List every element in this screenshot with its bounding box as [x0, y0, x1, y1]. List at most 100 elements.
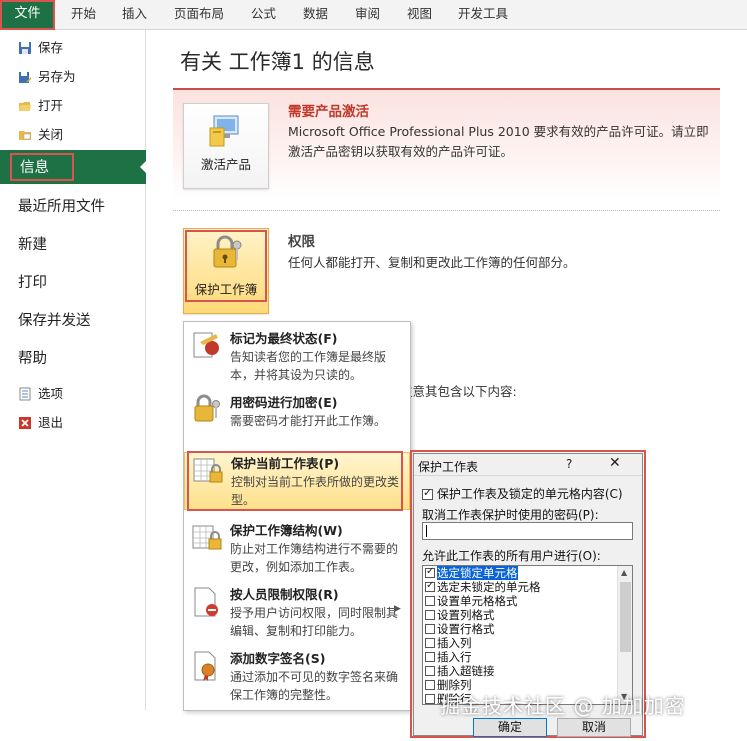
help-icon[interactable]: ? [566, 457, 572, 471]
list-item[interactable]: 设置行格式 [425, 622, 615, 636]
nav-options[interactable]: 选项 [18, 383, 63, 405]
permissions-body: 任何人都能打开、复制和更改此工作簿的任何部分。 [288, 255, 576, 270]
activate-product-button[interactable]: 激活产品 [183, 103, 269, 189]
tab-data[interactable]: 数据 [303, 0, 328, 30]
save-as-icon [19, 72, 31, 83]
list-item-label: 选定锁定单元格 [437, 566, 518, 580]
permissions-title: 权限 [288, 234, 315, 250]
nav-new[interactable]: 新建 [18, 231, 47, 259]
menu-protect-structure[interactable]: 保护工作簿结构(W) 防止对工作簿结构进行不需要的更改，例如添加工作表。 [184, 520, 410, 576]
scroll-up-icon[interactable]: ▲ [621, 568, 627, 577]
menu-encrypt-title: 用密码进行加密(E) [230, 395, 338, 410]
nav-save-as-label: 另存为 [38, 69, 76, 84]
open-folder-icon [19, 102, 31, 111]
checkbox[interactable] [425, 638, 435, 648]
text-caret [426, 525, 427, 537]
list-item[interactable]: 插入列 [425, 636, 615, 650]
tab-insert[interactable]: 插入 [122, 0, 147, 30]
password-label: 取消工作表保护时使用的密码(P): [422, 508, 599, 522]
options-icon [19, 387, 31, 401]
tab-page-layout[interactable]: 页面布局 [174, 0, 224, 30]
checkbox[interactable] [425, 596, 435, 606]
nav-recent[interactable]: 最近所用文件 [18, 193, 105, 221]
nav-save-label: 保存 [38, 40, 64, 55]
page-title: 有关 工作簿1 的信息 [180, 50, 375, 74]
tab-formulas[interactable]: 公式 [251, 0, 276, 30]
nav-info[interactable]: 信息 [0, 150, 147, 184]
encrypt-lock-icon [194, 394, 220, 422]
checkbox[interactable] [425, 624, 435, 634]
menu-restrict-permission[interactable]: 按人员限制权限(R) 授予用户访问权限，同时限制其编辑、复制和打印能力。 [184, 584, 410, 642]
menu-digital-signature-title: 添加数字签名(S) [230, 651, 326, 666]
list-item[interactable]: 插入行 [425, 650, 615, 664]
ribbon-tabs: 文件 开始 插入 页面布局 公式 数据 审阅 视图 开发工具 [0, 0, 747, 30]
protect-checkbox[interactable] [422, 486, 433, 500]
menu-mark-final-title: 标记为最终状态(F) [230, 331, 338, 346]
password-input[interactable] [422, 522, 633, 540]
checkbox[interactable] [425, 652, 435, 662]
nav-save-send[interactable]: 保存并发送 [18, 307, 91, 335]
list-item-label: 设置列格式 [437, 608, 495, 622]
list-item-label: 设置行格式 [437, 622, 495, 636]
watermark: 掘金技术社区 @ 加加加密 [440, 694, 686, 718]
protect-checkbox-row[interactable]: 保护工作表及锁定的单元格内容(C) [422, 485, 623, 502]
list-item[interactable]: 设置列格式 [425, 608, 615, 622]
scrollbar-thumb[interactable] [620, 582, 631, 652]
menu-restrict-permission-title: 按人员限制权限(R) [230, 587, 339, 602]
close-icon[interactable]: ✕ [609, 455, 621, 471]
protect-workbook-menu: 标记为最终状态(F) 告知读者您的工作簿是最终版本，并将其设为只读的。 用密码进… [183, 321, 411, 711]
inspect-text: 注意其包含以下内容: [400, 384, 517, 399]
tab-file[interactable]: 文件 [0, 0, 55, 30]
save-icon [19, 42, 31, 54]
tab-review[interactable]: 审阅 [355, 0, 380, 30]
list-item[interactable]: 插入超链接 [425, 664, 615, 678]
menu-digital-signature-desc: 通过添加不可见的数字签名来确保工作簿的完整性。 [230, 670, 399, 702]
nav-exit[interactable]: 退出 [18, 412, 63, 434]
protect-checkbox-label: 保护工作表及锁定的单元格内容(C) [436, 487, 623, 501]
nav-save-as[interactable]: 另存为 [18, 66, 76, 88]
menu-mark-final[interactable]: 标记为最终状态(F) 告知读者您的工作簿是最终版本，并将其设为只读的。 [184, 328, 410, 388]
list-item[interactable]: 设置单元格格式 [425, 594, 615, 608]
checkbox[interactable] [425, 566, 435, 579]
nav-close[interactable]: 关闭 [18, 124, 63, 146]
menu-encrypt-desc: 需要密码才能打开此工作簿。 [230, 414, 387, 428]
tab-home[interactable]: 开始 [71, 0, 96, 30]
nav-help[interactable]: 帮助 [18, 345, 47, 373]
nav-print[interactable]: 打印 [18, 269, 47, 297]
menu-mark-final-desc: 告知读者您的工作簿是最终版本，并将其设为只读的。 [230, 350, 387, 382]
activate-product-label: 激活产品 [200, 157, 251, 172]
list-item[interactable]: 选定锁定单元格 [425, 566, 615, 580]
tab-developer[interactable]: 开发工具 [458, 0, 508, 30]
list-item-label: 插入超链接 [437, 664, 495, 678]
nav-close-label: 关闭 [38, 127, 64, 142]
restrict-permission-icon [194, 587, 218, 617]
menu-encrypt[interactable]: 用密码进行加密(E) 需要密码才能打开此工作簿。 [184, 392, 410, 440]
nav-exit-label: 退出 [38, 415, 64, 430]
cancel-button[interactable]: 取消 [557, 718, 631, 737]
nav-options-label: 选项 [38, 386, 64, 401]
allow-list[interactable]: 选定锁定单元格 选定未锁定的单元格 设置单元格格式 设置列格式 设置行格式 插入… [422, 565, 633, 705]
dialog-title: 保护工作表 [418, 460, 479, 474]
dialog-title-divider [414, 475, 642, 476]
backstage-nav: 保存 另存为 打开 关闭 信息 最近所用文件 新建 打印 保存并发送 帮助 选项… [0, 30, 147, 710]
list-item-label: 插入行 [437, 650, 472, 664]
nav-open[interactable]: 打开 [18, 95, 63, 117]
protect-structure-icon [192, 525, 222, 550]
checkbox[interactable] [425, 694, 435, 704]
ok-button[interactable]: 确定 [473, 718, 547, 737]
submenu-arrow-icon: ▶ [394, 604, 401, 614]
list-scrollbar[interactable]: ▲ ▼ [617, 566, 632, 704]
checkbox[interactable] [425, 610, 435, 620]
nav-save[interactable]: 保存 [18, 37, 63, 59]
checkbox[interactable] [425, 666, 435, 676]
nav-info-label: 信息 [10, 153, 74, 181]
checkbox[interactable] [425, 680, 435, 690]
list-item-label: 插入列 [437, 636, 472, 650]
menu-digital-signature[interactable]: 添加数字签名(S) 通过添加不可见的数字签名来确保工作簿的完整性。 [184, 648, 410, 706]
protect-workbook-outline [185, 230, 267, 302]
checkbox[interactable] [425, 579, 435, 593]
list-item[interactable]: 选定未锁定的单元格 [425, 579, 615, 594]
tab-view[interactable]: 视图 [407, 0, 432, 30]
mark-final-icon [193, 332, 219, 358]
menu-protect-structure-desc: 防止对工作簿结构进行不需要的更改，例如添加工作表。 [230, 542, 399, 574]
